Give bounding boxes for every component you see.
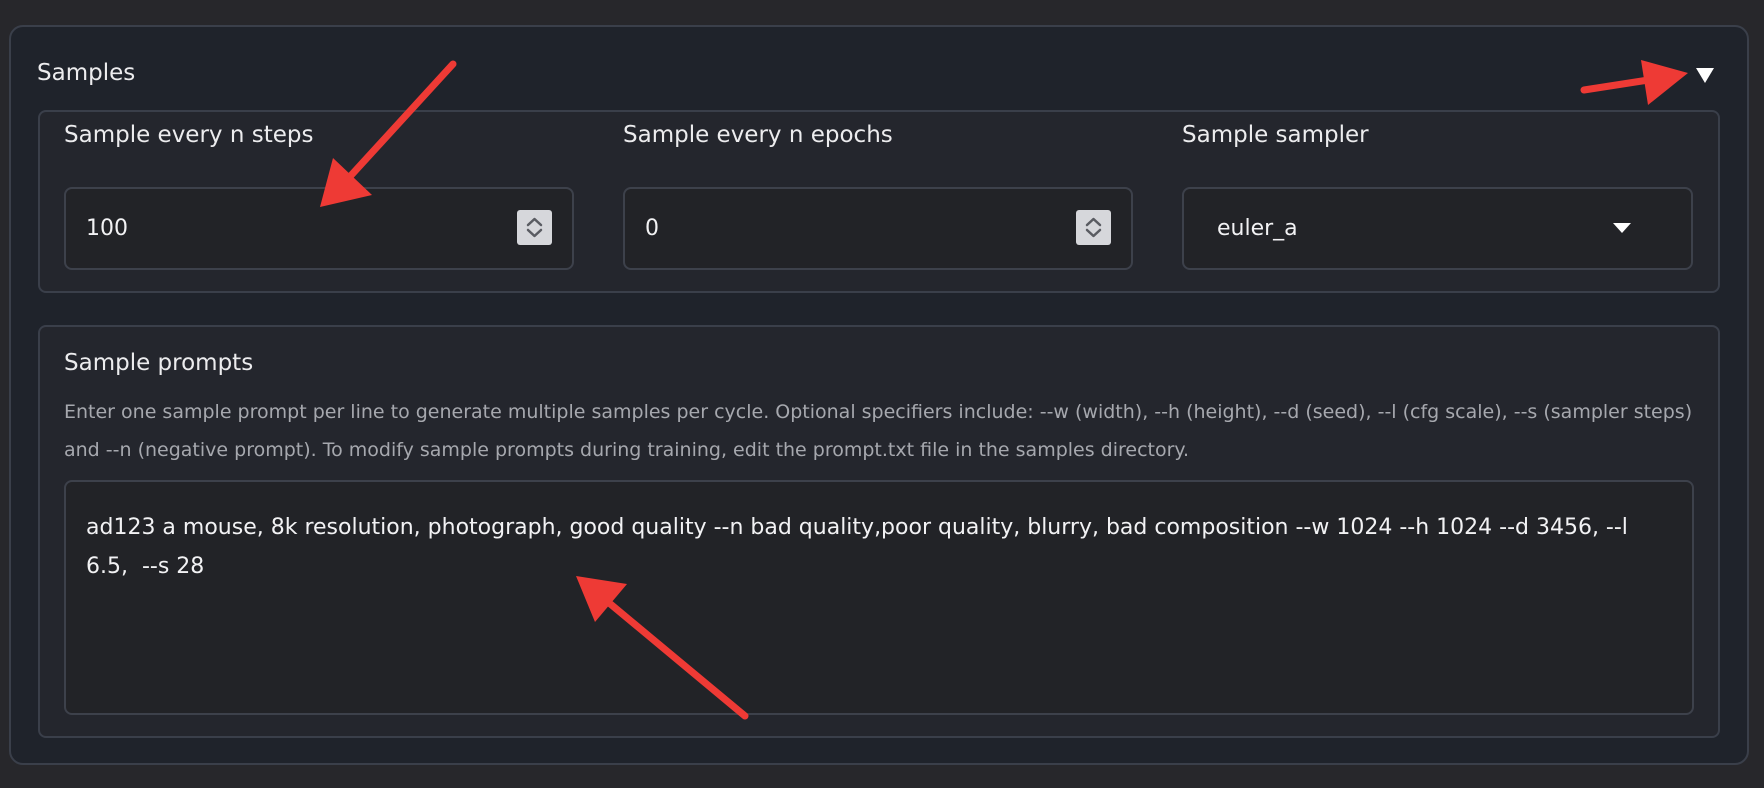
steps-label: Sample every n steps [64,122,314,148]
steps-stepper-icon[interactable] [517,210,552,245]
steps-value[interactable]: 100 [86,189,128,268]
sampler-label: Sample sampler [1182,122,1369,148]
accordion-title[interactable]: Samples [37,60,135,86]
epochs-number-input[interactable]: 0 [623,187,1133,270]
collapse-toggle-icon[interactable] [1694,64,1716,86]
sampler-dropdown[interactable]: euler_a [1182,187,1693,270]
sampler-value[interactable]: euler_a [1217,189,1298,268]
steps-number-input[interactable]: 100 [64,187,574,270]
epochs-value[interactable]: 0 [645,189,659,268]
epochs-stepper-icon[interactable] [1076,210,1111,245]
sample-prompts-textarea[interactable]: ad123 a mouse, 8k resolution, photograph… [64,480,1694,715]
caret-down-icon[interactable] [1613,223,1631,233]
prompts-label: Sample prompts [64,350,254,376]
prompts-help-text: Enter one sample prompt per line to gene… [64,401,1693,461]
epochs-label: Sample every n epochs [623,122,893,148]
